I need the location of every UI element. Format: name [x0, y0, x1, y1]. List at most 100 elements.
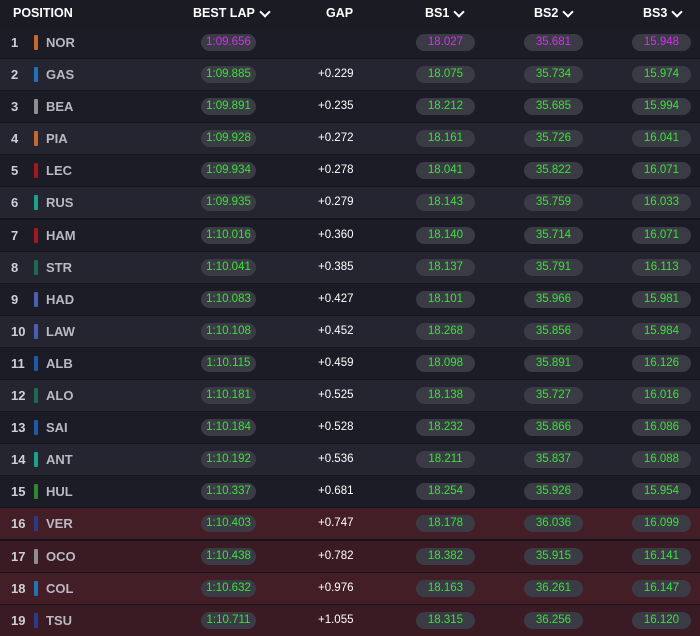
position-number: 17 — [11, 548, 26, 564]
best-lap-time: 1:10.181 — [201, 387, 256, 405]
header-gap[interactable]: GAP — [326, 0, 353, 27]
table-row[interactable]: 12 ALO 1:10.181 +0.525 18.138 35.727 16.… — [0, 380, 700, 412]
best-sector-2: 35.837 — [524, 451, 583, 469]
team-color-bar — [34, 612, 38, 628]
table-row[interactable]: 14 ANT 1:10.192 +0.536 18.211 35.837 16.… — [0, 444, 700, 476]
best-lap-time: 1:10.115 — [201, 354, 256, 372]
table-row[interactable]: 5 LEC 1:09.934 +0.278 18.041 35.822 16.0… — [0, 155, 700, 187]
position-number: 3 — [11, 99, 19, 115]
best-sector-2: 35.866 — [524, 419, 583, 437]
position-number: 4 — [11, 131, 19, 147]
best-sector-1: 18.161 — [416, 130, 475, 148]
gap-value: +0.229 — [318, 68, 354, 81]
chevron-down-icon — [453, 5, 465, 18]
best-lap-time: 1:09.928 — [201, 130, 256, 148]
team-color-bar — [34, 516, 38, 532]
table-row[interactable]: 2 GAS 1:09.885 +0.229 18.075 35.734 15.9… — [0, 59, 700, 91]
best-sector-3: 16.099 — [632, 515, 691, 533]
header-position[interactable]: POSITION — [13, 0, 73, 27]
best-sector-2: 35.915 — [524, 547, 583, 565]
best-sector-1: 18.268 — [416, 322, 475, 340]
team-color-bar — [34, 99, 38, 115]
table-row[interactable]: 3 BEA 1:09.891 +0.235 18.212 35.685 15.9… — [0, 91, 700, 123]
best-lap-time: 1:10.016 — [201, 226, 256, 244]
driver-code: ALB — [46, 355, 73, 371]
table-row[interactable]: 9 HAD 1:10.083 +0.427 18.101 35.966 15.9… — [0, 283, 700, 315]
best-lap-time: 1:10.041 — [201, 258, 256, 276]
best-sector-3: 16.147 — [632, 579, 691, 597]
header-best-lap-sort[interactable]: BEST LAP — [193, 0, 271, 27]
team-color-bar — [34, 195, 38, 211]
driver-code: VER — [46, 516, 73, 532]
best-sector-2: 35.759 — [524, 194, 583, 212]
best-sector-1: 18.137 — [416, 258, 475, 276]
chevron-down-icon — [562, 5, 574, 18]
table-row[interactable]: 18 COL 1:10.632 +0.976 18.163 36.261 16.… — [0, 572, 700, 604]
best-sector-1: 18.212 — [416, 98, 475, 116]
table-row[interactable]: 6 RUS 1:09.935 +0.279 18.143 35.759 16.0… — [0, 187, 700, 219]
driver-code: HAD — [46, 291, 75, 307]
team-color-bar — [34, 580, 38, 596]
table-row[interactable]: 15 HUL 1:10.337 +0.681 18.254 35.926 15.… — [0, 476, 700, 508]
best-lap-time: 1:10.403 — [201, 515, 256, 533]
best-sector-1: 18.315 — [416, 611, 475, 629]
best-sector-3: 16.016 — [632, 387, 691, 405]
best-sector-3: 15.994 — [632, 98, 691, 116]
position-number: 13 — [11, 420, 26, 436]
table-row[interactable]: 17 OCO 1:10.438 +0.782 18.382 35.915 16.… — [0, 540, 700, 572]
position-number: 16 — [11, 516, 26, 532]
gap-value: +0.528 — [318, 421, 354, 434]
gap-value: +1.055 — [318, 613, 354, 626]
header-gap-label: GAP — [326, 6, 354, 20]
header-bs1-sort[interactable]: BS1 — [425, 0, 465, 27]
timing-header: POSITION BEST LAP GAP BS1 BS2 BS3 — [0, 0, 700, 27]
table-row[interactable]: 10 LAW 1:10.108 +0.452 18.268 35.856 15.… — [0, 315, 700, 347]
best-lap-time: 1:10.632 — [201, 579, 256, 597]
best-sector-2: 35.727 — [524, 387, 583, 405]
best-sector-2: 35.856 — [524, 322, 583, 340]
best-lap-time: 1:10.711 — [201, 611, 256, 629]
gap-value: +0.976 — [318, 581, 354, 594]
driver-code: STR — [46, 259, 72, 275]
driver-code: PIA — [46, 131, 68, 147]
driver-code: SAI — [46, 420, 68, 436]
driver-code: GAS — [46, 67, 75, 83]
best-sector-1: 18.382 — [416, 547, 475, 565]
driver-code: HAM — [46, 227, 76, 243]
header-bs2-label: BS2 — [534, 6, 559, 20]
position-number: 8 — [11, 259, 19, 275]
header-bs2-sort[interactable]: BS2 — [534, 0, 574, 27]
best-sector-3: 15.984 — [632, 322, 691, 340]
driver-code: BEA — [46, 99, 74, 115]
best-lap-time: 1:10.337 — [201, 483, 256, 501]
best-sector-1: 18.075 — [416, 66, 475, 84]
table-row[interactable]: 4 PIA 1:09.928 +0.272 18.161 35.726 16.0… — [0, 123, 700, 155]
best-lap-time: 1:09.891 — [201, 98, 256, 116]
best-sector-1: 18.254 — [416, 483, 475, 501]
table-row[interactable]: 11 ALB 1:10.115 +0.459 18.098 35.891 16.… — [0, 347, 700, 379]
table-row[interactable]: 19 TSU 1:10.711 +1.055 18.315 36.256 16.… — [0, 604, 700, 636]
gap-value: +0.278 — [318, 164, 354, 177]
best-sector-1: 18.143 — [416, 194, 475, 212]
chevron-down-icon — [671, 5, 683, 18]
table-row[interactable]: 1 NOR 1:09.656 18.027 35.681 15.948 — [0, 27, 700, 58]
position-number: 6 — [11, 195, 19, 211]
position-number: 10 — [11, 323, 26, 339]
gap-value: +0.360 — [318, 228, 354, 241]
position-number: 7 — [11, 227, 19, 243]
driver-code: LAW — [46, 323, 75, 339]
best-sector-1: 18.098 — [416, 354, 475, 372]
best-lap-time: 1:10.184 — [201, 419, 256, 437]
table-row[interactable]: 13 SAI 1:10.184 +0.528 18.232 35.866 16.… — [0, 412, 700, 444]
driver-code: LEC — [46, 163, 72, 179]
best-sector-3: 16.120 — [632, 611, 691, 629]
position-number: 15 — [11, 484, 26, 500]
header-best-lap-label: BEST LAP — [193, 6, 255, 20]
best-lap-time: 1:09.885 — [201, 66, 256, 84]
table-row[interactable]: 7 HAM 1:10.016 +0.360 18.140 35.714 16.0… — [0, 219, 700, 251]
table-row[interactable]: 16 VER 1:10.403 +0.747 18.178 36.036 16.… — [0, 508, 700, 540]
team-color-bar — [34, 259, 38, 275]
best-sector-3: 16.086 — [632, 419, 691, 437]
header-bs3-sort[interactable]: BS3 — [643, 0, 683, 27]
table-row[interactable]: 8 STR 1:10.041 +0.385 18.137 35.791 16.1… — [0, 251, 700, 283]
